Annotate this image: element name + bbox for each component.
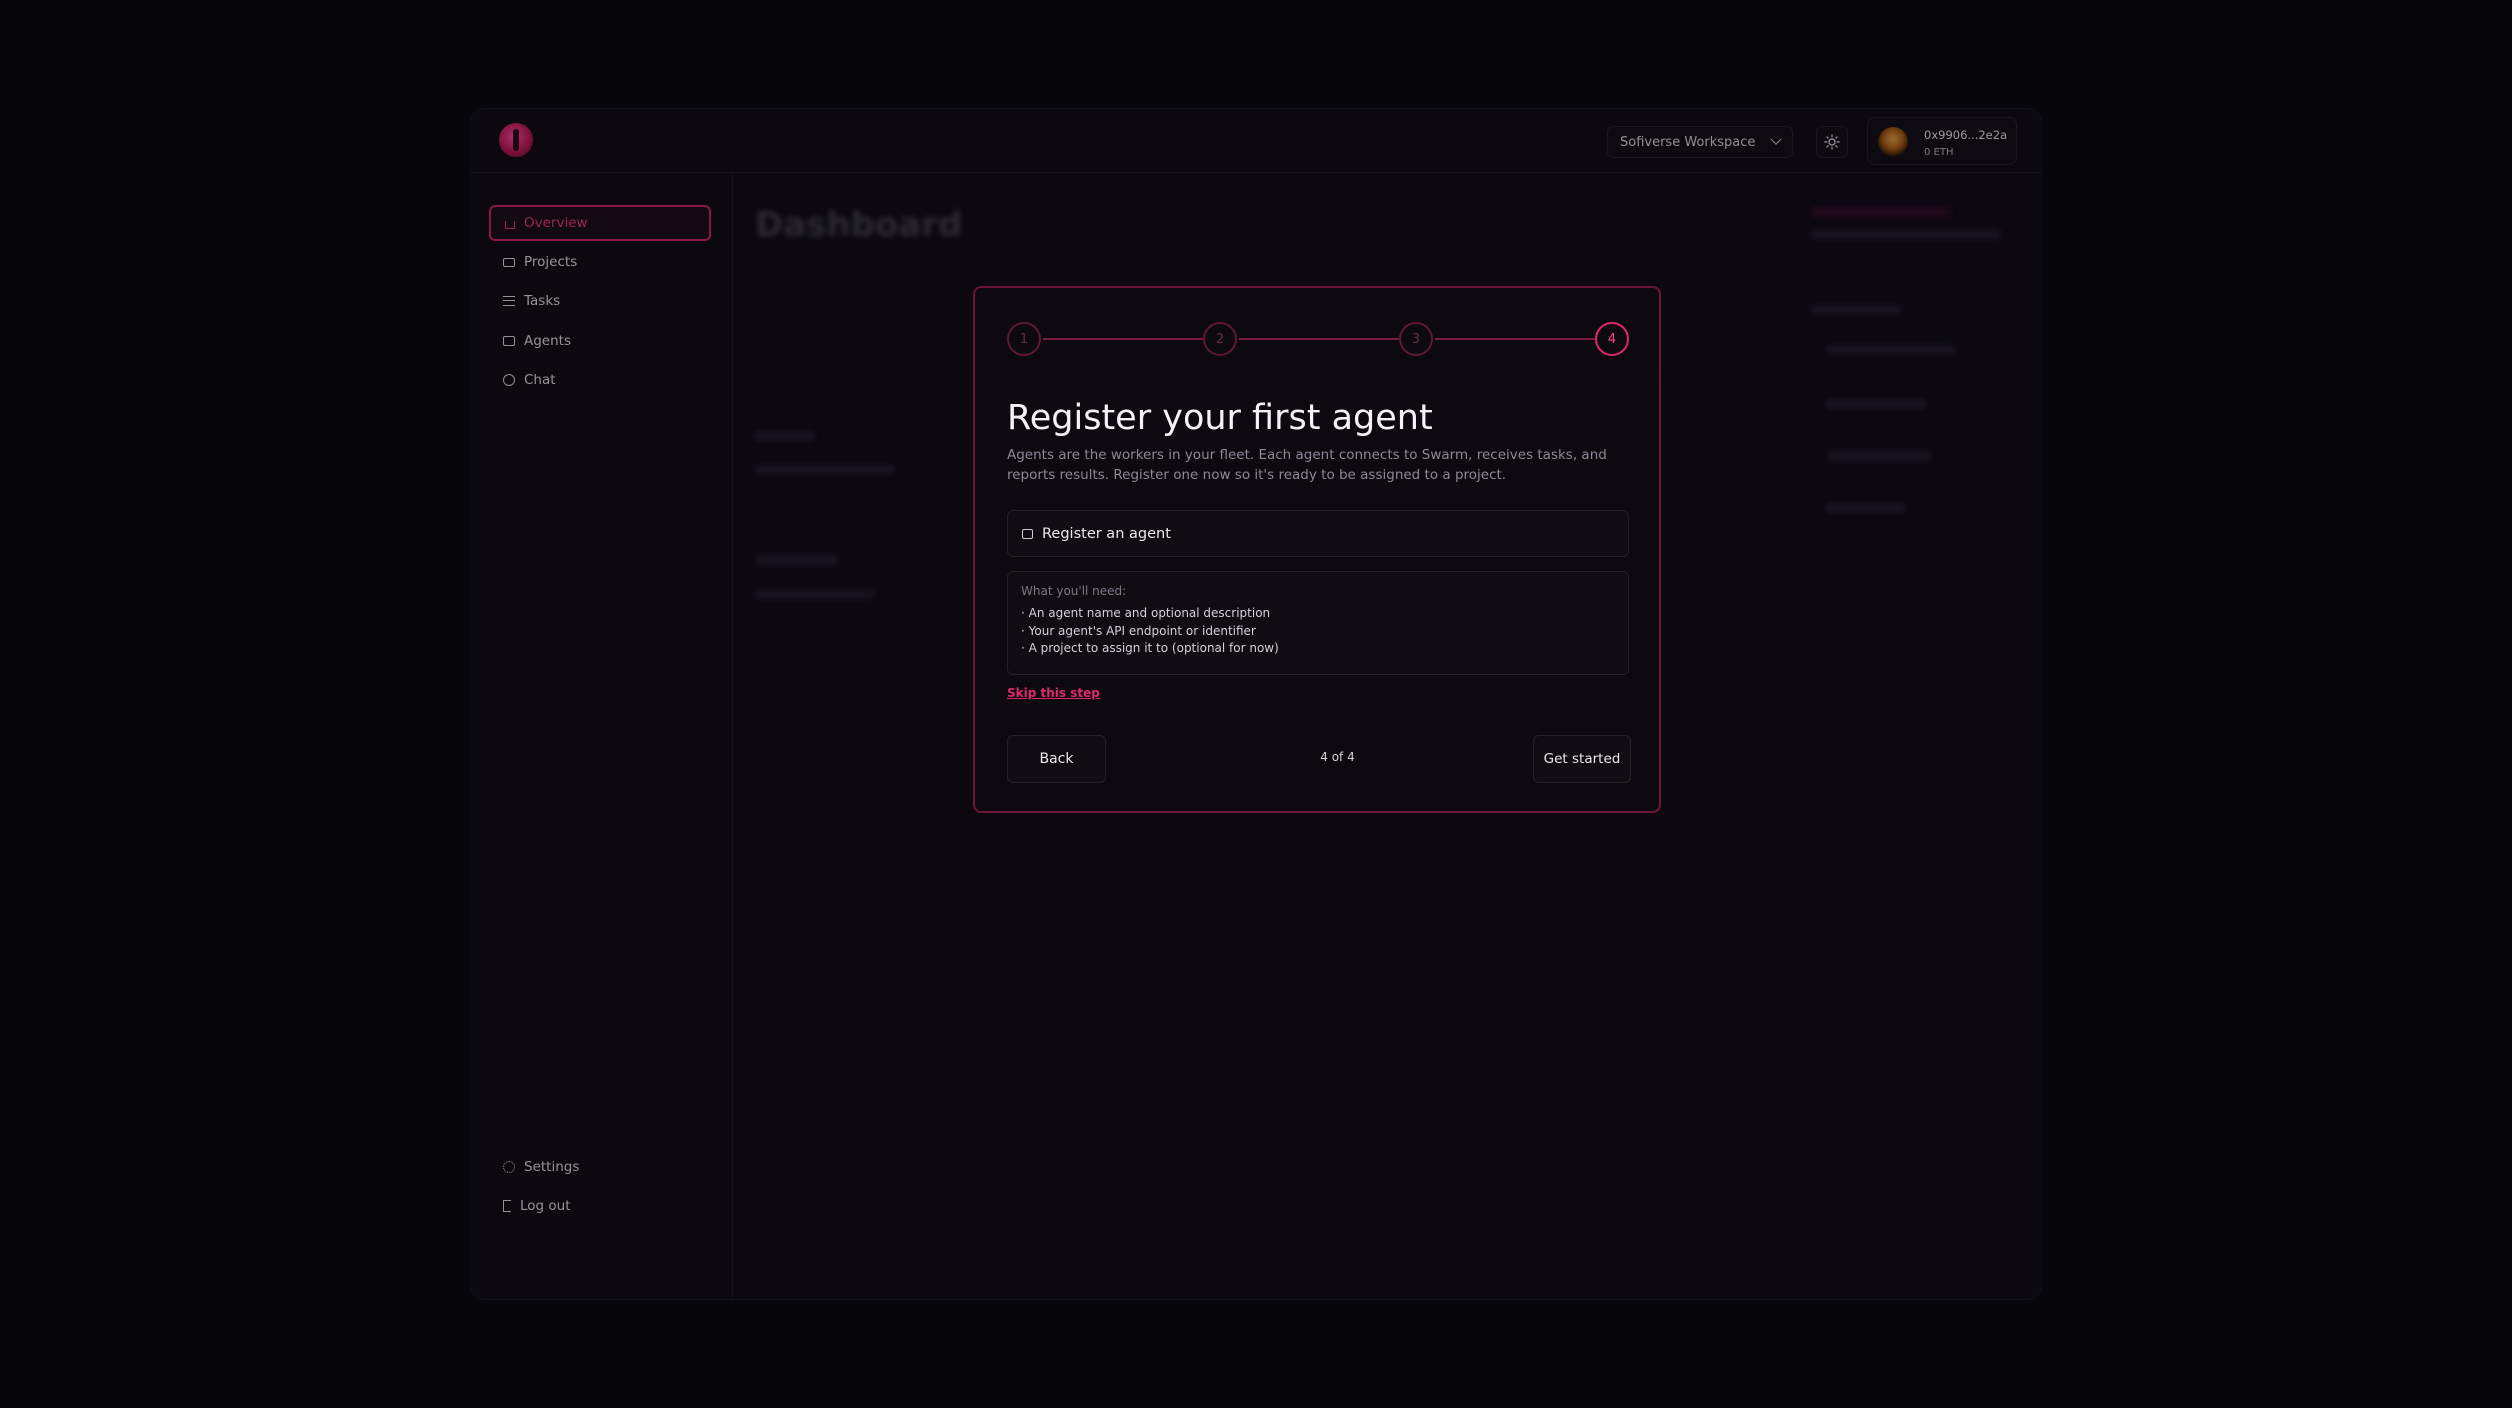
get-started-button[interactable]: Get started [1533, 735, 1631, 783]
modal-title: Register your first agent [1007, 398, 1433, 438]
step-1: 1 [1007, 322, 1041, 356]
requirements-heading: What you'll need: [1021, 584, 1127, 598]
step-connector [1239, 338, 1399, 340]
step-3: 3 [1399, 322, 1433, 356]
register-agent-label: Register an agent [1042, 525, 1171, 542]
modal-description: Agents are the workers in your fleet. Ea… [1007, 447, 1607, 483]
stepper: 1 2 3 4 [1007, 322, 1631, 356]
skip-step-link[interactable]: Skip this step [1007, 686, 1100, 700]
step-connector [1435, 338, 1595, 340]
onboarding-modal: 1 2 3 4 Register your first agent Agents… [973, 286, 1661, 813]
step-4: 4 [1595, 322, 1629, 356]
bot-icon [1022, 528, 1033, 539]
requirement-item: · An agent name and optional description [1021, 606, 1271, 620]
requirement-item: · A project to assign it to (optional fo… [1021, 641, 1279, 655]
step-counter: 4 of 4 [1320, 750, 1355, 764]
back-button[interactable]: Back [1007, 735, 1106, 783]
step-2: 2 [1203, 322, 1237, 356]
requirements-box: What you'll need: · An agent name and op… [1007, 571, 1629, 675]
requirement-item: · Your agent's API endpoint or identifie… [1021, 623, 1256, 638]
register-agent-button[interactable]: Register an agent [1007, 510, 1629, 557]
step-connector [1043, 338, 1203, 340]
